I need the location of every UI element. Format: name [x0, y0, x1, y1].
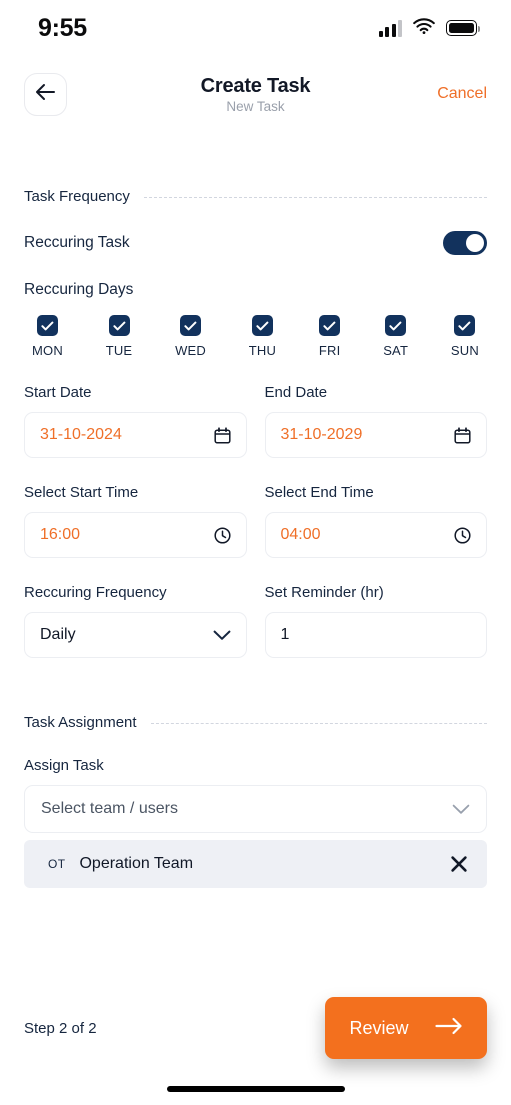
start-time-input[interactable]: 16:00: [24, 512, 247, 558]
recurring-task-toggle[interactable]: [443, 231, 487, 255]
step-indicator: Step 2 of 2: [24, 1019, 97, 1037]
end-date-input[interactable]: 31-10-2029: [264, 412, 487, 458]
checkbox-checked-icon: [36, 315, 58, 336]
start-time-value: 16:00: [40, 526, 81, 543]
day-option-mon[interactable]: MON: [32, 315, 63, 358]
start-date-value: 31-10-2024: [40, 426, 122, 443]
end-time-value: 04:00: [280, 526, 321, 543]
home-indicator: [166, 1086, 345, 1092]
start-time-field: Select Start Time 16:00: [24, 484, 247, 558]
review-button-label: Review: [349, 1017, 409, 1038]
set-reminder-value: 1: [280, 626, 290, 643]
mobile-screen: 9:55 Create Task New Task Cancel Task Fr…: [0, 0, 511, 1105]
chevron-down-icon[interactable]: [213, 630, 231, 641]
start-date-label: Start Date: [24, 384, 92, 401]
assign-task-select[interactable]: Select team / users: [24, 785, 487, 833]
day-label: WED: [175, 343, 207, 358]
checkbox-checked-icon: [385, 315, 407, 336]
end-time-field: Select End Time 04:00: [264, 484, 487, 558]
arrow-right-icon: [434, 1017, 463, 1040]
page-subtitle: New Task: [226, 98, 285, 114]
section-label: Task Frequency: [24, 188, 130, 205]
clock-icon[interactable]: [454, 526, 471, 544]
recurring-task-row: Reccuring Task: [24, 231, 487, 255]
end-date-label: End Date: [264, 384, 328, 401]
recurring-task-label: Reccuring Task: [24, 234, 130, 251]
section-label: Task Assignment: [24, 714, 137, 731]
day-option-fri[interactable]: FRI: [319, 315, 341, 358]
end-time-input[interactable]: 04:00: [264, 512, 487, 558]
section-task-assignment-header: Task Assignment: [24, 714, 487, 731]
status-time: 9:55: [38, 13, 87, 42]
section-divider: [150, 723, 487, 724]
start-time-label: Select Start Time: [24, 484, 139, 501]
back-button[interactable]: [24, 72, 67, 116]
frequency-reminder-grid: Reccuring Frequency Daily Set Reminder (…: [24, 558, 487, 658]
day-label: FRI: [318, 343, 341, 358]
day-label: TUE: [105, 343, 133, 358]
day-option-tue[interactable]: TUE: [106, 315, 133, 358]
app-header: Create Task New Task Cancel: [0, 56, 511, 132]
day-option-wed[interactable]: WED: [175, 315, 206, 358]
recurring-frequency-field: Reccuring Frequency Daily: [24, 584, 247, 658]
day-label: SAT: [383, 343, 409, 358]
assigned-team-chip: OT Operation Team: [24, 840, 487, 888]
battery-full-icon: [446, 20, 481, 36]
checkbox-checked-icon: [454, 315, 476, 336]
status-bar: 9:55: [0, 0, 511, 56]
close-icon[interactable]: [449, 854, 469, 874]
team-initials: OT: [48, 857, 66, 871]
start-date-field: Start Date 31-10-2024: [24, 384, 247, 458]
status-indicators: [378, 17, 481, 39]
checkbox-checked-icon: [251, 315, 273, 336]
date-fields-grid: Start Date 31-10-2024 End Date 31-10-202…: [24, 358, 487, 458]
start-date-input[interactable]: 31-10-2024: [24, 412, 247, 458]
set-reminder-input[interactable]: 1: [264, 612, 487, 658]
checkbox-checked-icon: [319, 315, 341, 336]
team-name: Operation Team: [79, 855, 194, 872]
checkbox-checked-icon: [108, 315, 130, 336]
assign-task-placeholder: Select team / users: [41, 800, 178, 817]
footer-bar: Step 2 of 2 Review: [0, 997, 511, 1059]
recurring-frequency-label: Reccuring Frequency: [24, 584, 167, 601]
arrow-left-icon: [35, 83, 56, 106]
recurring-frequency-value: Daily: [40, 626, 76, 643]
set-reminder-label: Set Reminder (hr): [264, 584, 384, 601]
end-date-value: 31-10-2029: [280, 426, 363, 443]
recurring-days-group: MON TUE WED THU FRI SAT SUN: [24, 315, 487, 358]
calendar-icon[interactable]: [213, 426, 231, 444]
day-option-sun[interactable]: SUN: [451, 315, 479, 358]
review-button[interactable]: Review: [325, 997, 487, 1059]
header-titles: Create Task New Task: [0, 75, 511, 114]
end-time-label: Select End Time: [264, 484, 374, 501]
toggle-knob: [466, 234, 484, 252]
chevron-down-icon[interactable]: [452, 804, 470, 815]
day-label: SUN: [450, 343, 479, 358]
assign-task-field: Assign Task Select team / users OT Opera…: [24, 757, 487, 888]
day-label: MON: [32, 343, 63, 358]
page-title: Create Task: [200, 74, 311, 97]
end-date-field: End Date 31-10-2029: [264, 384, 487, 458]
checkbox-checked-icon: [180, 315, 202, 336]
recurring-frequency-select[interactable]: Daily: [24, 612, 247, 658]
time-fields-grid: Select Start Time 16:00 Select End Time …: [24, 458, 487, 558]
day-option-sat[interactable]: SAT: [383, 315, 408, 358]
section-task-frequency-header: Task Frequency: [24, 188, 487, 205]
form-content: Task Frequency Reccuring Task Reccuring …: [0, 188, 511, 888]
cancel-button[interactable]: Cancel: [437, 85, 487, 103]
recurring-days-label: Reccuring Days: [24, 281, 134, 298]
clock-icon[interactable]: [213, 526, 231, 544]
wifi-icon: [413, 17, 435, 39]
assign-task-label: Assign Task: [24, 757, 104, 774]
cellular-signal-icon: [378, 19, 402, 37]
day-label: THU: [248, 343, 277, 358]
set-reminder-field: Set Reminder (hr) 1: [264, 584, 487, 658]
calendar-icon[interactable]: [454, 426, 471, 444]
day-option-thu[interactable]: THU: [249, 315, 276, 358]
section-divider: [143, 197, 487, 198]
